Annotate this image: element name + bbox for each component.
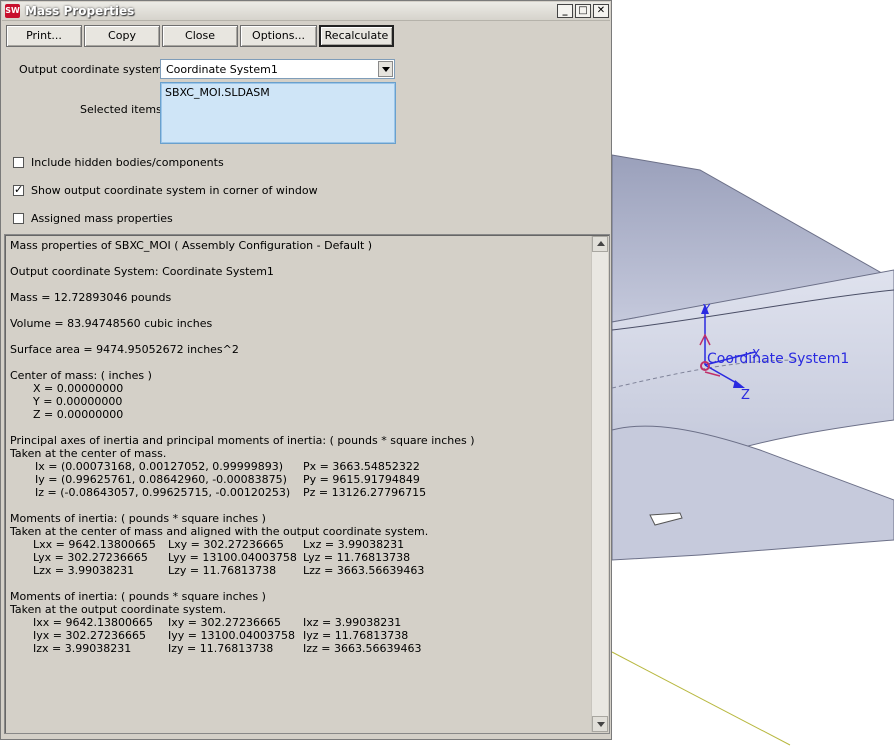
title-bar[interactable]: SW Mass Properties _ □ ✕: [2, 2, 610, 21]
axis-z-label: Z: [741, 388, 750, 403]
close-button[interactable]: Close: [162, 25, 238, 47]
mass-properties-dialog: SW Mass Properties _ □ ✕ Print... Copy C…: [0, 0, 612, 740]
principal-moment-py: Py = 9615.91794849: [303, 473, 420, 486]
moi-out-cell: Ixx = 9642.13800665: [33, 616, 153, 629]
moi-com-cell: Lxz = 3.99038231: [303, 538, 405, 551]
moi-out-cell: Ixz = 3.99038231: [303, 616, 402, 629]
moi-com-title: Moments of inertia: ( pounds * square in…: [10, 512, 266, 525]
moi-out-cell: Izz = 3663.56639463: [303, 642, 422, 655]
principal-sub: Taken at the center of mass.: [10, 447, 167, 460]
recalculate-button[interactable]: Recalculate: [319, 25, 394, 47]
moi-out-cell: Izx = 3.99038231: [33, 642, 132, 655]
moi-out-cell: Iyx = 302.27236665: [33, 629, 146, 642]
close-icon[interactable]: ✕: [593, 4, 609, 18]
com-y: Y = 0.00000000: [33, 395, 123, 408]
output-cs-select[interactable]: Coordinate System1: [160, 59, 395, 79]
moi-com-cell: Lxx = 9642.13800665: [33, 538, 156, 551]
results-textbox[interactable]: Mass properties of SBXC_MOI ( Assembly C…: [4, 234, 610, 734]
moi-com-cell: Lzx = 3.99038231: [33, 564, 135, 577]
coord-system-label: Coordinate System1: [707, 351, 849, 367]
results-scrollbar[interactable]: [591, 236, 608, 732]
surface-area-line: Surface area = 9474.95052672 inches^2: [10, 343, 239, 356]
assigned-mass-checkbox[interactable]: [13, 213, 24, 224]
moi-com-sub: Taken at the center of mass and aligned …: [10, 525, 429, 538]
wing-lower-panel: [611, 425, 894, 561]
moi-com-cell: Lyz = 11.76813738: [303, 551, 411, 564]
moi-out-cell: Ixy = 302.27236665: [168, 616, 281, 629]
moi-com-cell: Lyx = 302.27236665: [33, 551, 148, 564]
output-cs-label: Output coordinate system:: [19, 63, 167, 76]
center-of-mass-title: Center of mass: ( inches ): [10, 369, 152, 382]
moi-com-cell: Lxy = 302.27236665: [168, 538, 284, 551]
assigned-mass-label: Assigned mass properties: [31, 212, 173, 225]
include-hidden-checkbox[interactable]: [13, 157, 24, 168]
print-button[interactable]: Print...: [6, 25, 82, 47]
output-cs-value: Coordinate System1: [166, 63, 278, 76]
results-header: Mass properties of SBXC_MOI ( Assembly C…: [10, 239, 373, 252]
window-title: Mass Properties: [25, 4, 135, 18]
solidworks-icon: SW: [5, 4, 20, 18]
moi-com-cell: Lzy = 11.76813738: [168, 564, 277, 577]
copy-button[interactable]: Copy: [84, 25, 160, 47]
options-button[interactable]: Options...: [240, 25, 317, 47]
moi-com-cell: Lyy = 13100.04003758: [168, 551, 297, 564]
principal-axis-ix: Ix = (0.00073168, 0.00127052, 0.99999893…: [35, 460, 283, 473]
mass-line: Mass = 12.72893046 pounds: [10, 291, 172, 304]
moi-com-cell: Lzz = 3663.56639463: [303, 564, 425, 577]
moi-out-cell: Iyz = 11.76813738: [303, 629, 409, 642]
selected-items-label: Selected items:: [80, 103, 166, 116]
list-item[interactable]: SBXC_MOI.SLDASM: [165, 86, 270, 99]
moi-out-cell: Iyy = 13100.04003758: [168, 629, 295, 642]
minimize-icon[interactable]: _: [557, 4, 573, 18]
show-output-cs-label: Show output coordinate system in corner …: [31, 184, 318, 197]
moi-out-title: Moments of inertia: ( pounds * square in…: [10, 590, 266, 603]
include-hidden-label: Include hidden bodies/components: [31, 156, 224, 169]
principal-moment-pz: Pz = 13126.27796715: [303, 486, 427, 499]
volume-line: Volume = 83.94748560 cubic inches: [10, 317, 213, 330]
principal-moment-px: Px = 3663.54852322: [303, 460, 420, 473]
output-cs-line: Output coordinate System: Coordinate Sys…: [10, 265, 274, 278]
scroll-up-icon[interactable]: [592, 236, 608, 252]
chevron-down-icon[interactable]: [378, 61, 393, 77]
principal-axis-iy: Iy = (0.99625761, 0.08642960, -0.0008387…: [35, 473, 287, 486]
principal-title: Principal axes of inertia and principal …: [10, 434, 475, 447]
moi-out-sub: Taken at the output coordinate system.: [10, 603, 227, 616]
principal-axis-iz: Iz = (-0.08643057, 0.99625715, -0.001202…: [35, 486, 291, 499]
scroll-down-icon[interactable]: [592, 716, 608, 732]
com-z: Z = 0.00000000: [33, 408, 124, 421]
selected-items-list[interactable]: SBXC_MOI.SLDASM: [160, 82, 396, 144]
maximize-icon[interactable]: □: [575, 4, 591, 18]
moi-out-cell: Izy = 11.76813738: [168, 642, 274, 655]
axis-y-label: Y: [702, 302, 711, 316]
com-x: X = 0.00000000: [33, 382, 124, 395]
show-output-cs-checkbox[interactable]: [13, 183, 24, 196]
